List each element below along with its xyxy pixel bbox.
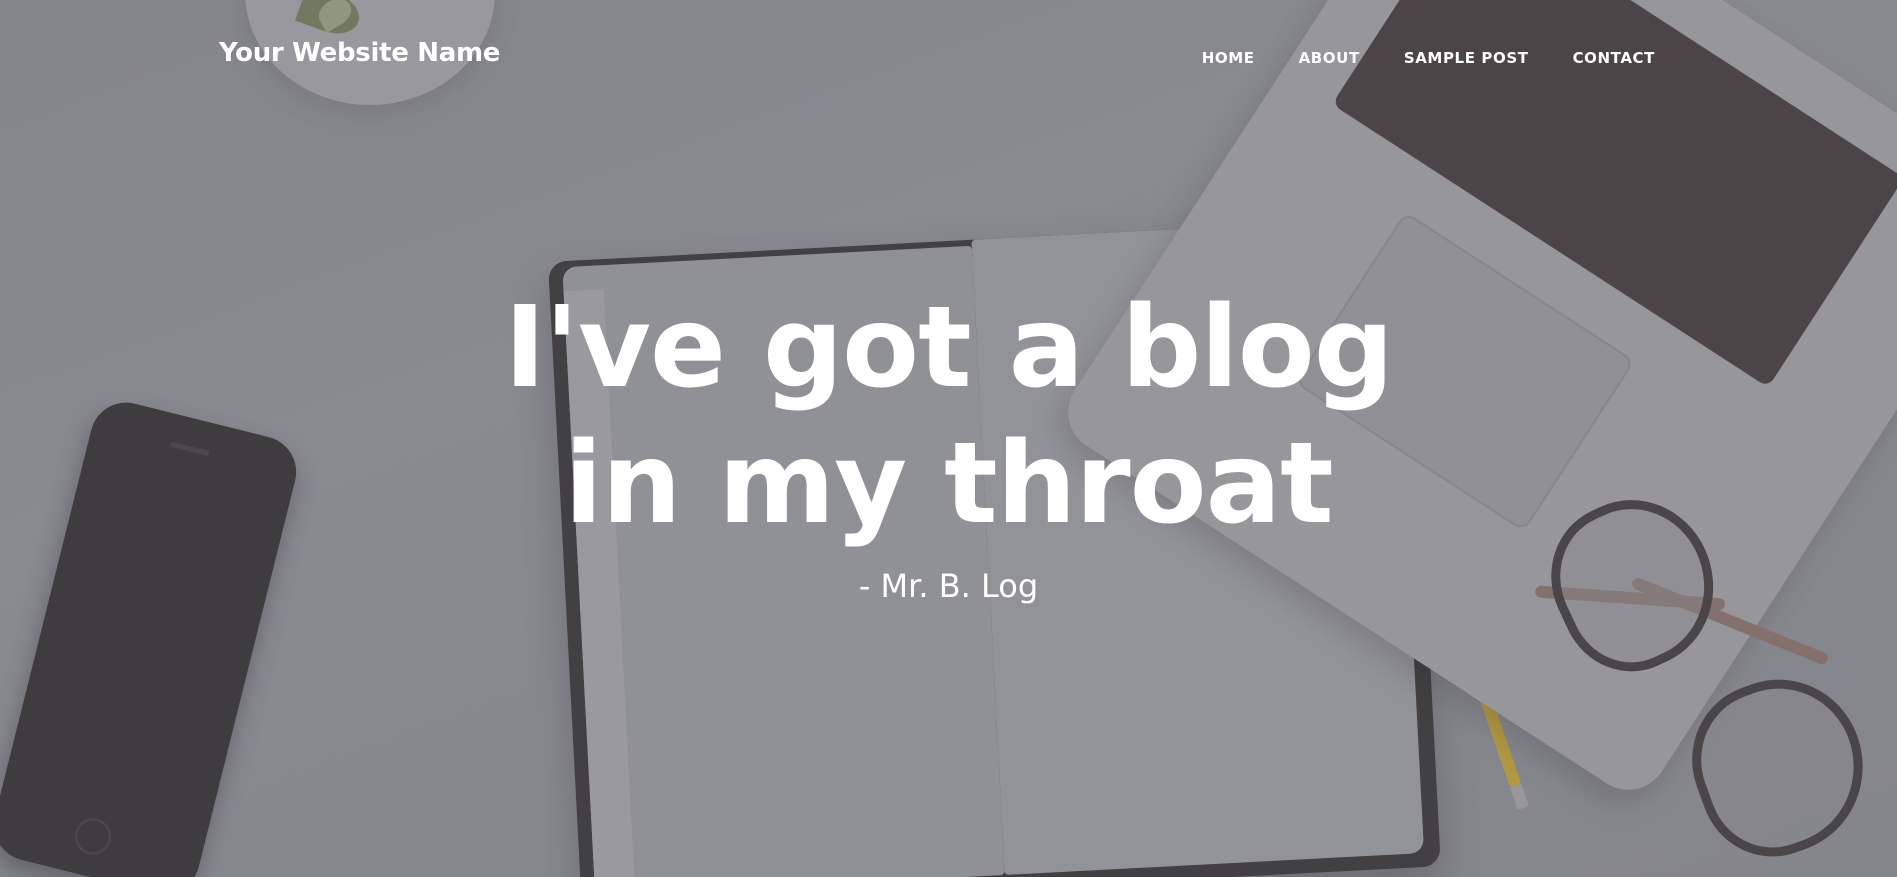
hero-section: Your Website Name HOME ABOUT SAMPLE POST…: [0, 0, 1897, 877]
hero-subheading: - Mr. B. Log: [858, 567, 1039, 605]
nav-item-home: HOME: [1202, 48, 1255, 67]
site-brand-link[interactable]: Your Website Name: [219, 38, 500, 68]
nav-link-about[interactable]: ABOUT: [1299, 49, 1360, 67]
hero-title-line-1: I've got a blog: [504, 283, 1394, 413]
nav-link-home[interactable]: HOME: [1202, 49, 1255, 67]
nav-links: HOME ABOUT SAMPLE POST CONTACT: [1202, 48, 1655, 67]
nav-link-contact[interactable]: CONTACT: [1573, 49, 1655, 67]
hero-heading: I've got a blog in my throat - Mr. B. Lo…: [0, 280, 1897, 606]
nav-item-contact: CONTACT: [1573, 48, 1655, 67]
nav-item-sample-post: SAMPLE POST: [1404, 48, 1529, 67]
nav-item-about: ABOUT: [1299, 48, 1360, 67]
hero-title: I've got a blog in my throat: [0, 280, 1897, 552]
nav-link-sample-post[interactable]: SAMPLE POST: [1404, 49, 1529, 67]
main-navbar: Your Website Name HOME ABOUT SAMPLE POST…: [0, 0, 1897, 112]
hero-title-line-2: in my throat: [564, 419, 1333, 549]
